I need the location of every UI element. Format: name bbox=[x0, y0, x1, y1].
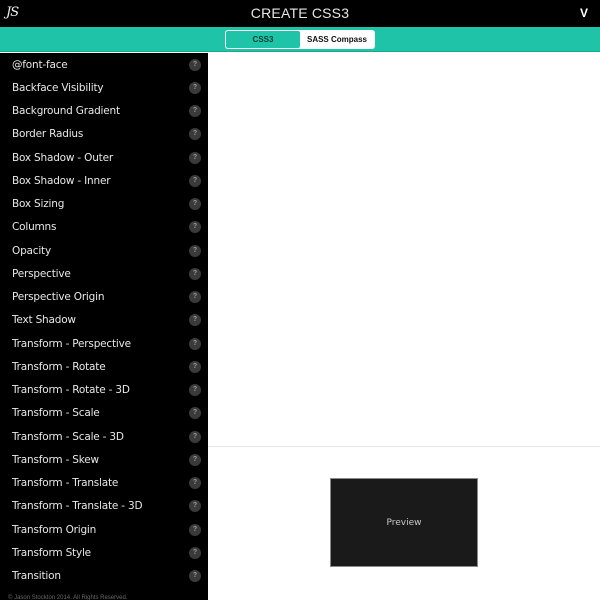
mode-switcher: CSS3 SASS Compass bbox=[225, 30, 375, 49]
sidebar-item-label: Transform - Scale bbox=[12, 407, 100, 420]
help-icon[interactable]: ? bbox=[189, 81, 201, 94]
help-icon[interactable]: ? bbox=[189, 221, 201, 234]
help-icon[interactable]: ? bbox=[189, 407, 201, 420]
tab-bar: CSS3 SASS Compass bbox=[0, 27, 600, 52]
sidebar-item-transform-scale-3d[interactable]: Transform - Scale - 3D? bbox=[0, 425, 208, 448]
help-icon[interactable]: ? bbox=[189, 198, 201, 211]
sidebar-item-box-shadow-inner[interactable]: Box Shadow - Inner? bbox=[0, 169, 208, 192]
sidebar-item-box-sizing[interactable]: Box Sizing? bbox=[0, 193, 208, 216]
sidebar-item-background-gradient[interactable]: Background Gradient? bbox=[0, 100, 208, 123]
sidebar-item-box-shadow-outer[interactable]: Box Shadow - Outer? bbox=[0, 146, 208, 169]
sidebar-item-transform-translate-3d[interactable]: Transform - Translate - 3D? bbox=[0, 495, 208, 518]
sidebar-item-text-shadow[interactable]: Text Shadow? bbox=[0, 309, 208, 332]
tab-css3[interactable]: CSS3 bbox=[226, 31, 300, 48]
sidebar-item-transform-perspective[interactable]: Transform - Perspective? bbox=[0, 332, 208, 355]
help-icon[interactable]: ? bbox=[189, 128, 201, 141]
help-icon[interactable]: ? bbox=[189, 291, 201, 304]
sidebar-item-label: Perspective bbox=[12, 267, 71, 280]
sidebar-item-label: Transform - Translate - 3D bbox=[12, 500, 143, 513]
help-icon[interactable]: ? bbox=[189, 267, 201, 280]
preview-panel: Preview bbox=[208, 448, 600, 600]
help-icon[interactable]: ? bbox=[189, 523, 201, 536]
sidebar-item-font-face[interactable]: @font-face? bbox=[0, 53, 208, 76]
help-icon[interactable]: ? bbox=[189, 314, 201, 327]
sidebar-item-label: Backface Visibility bbox=[12, 81, 104, 94]
sidebar-item-transform-scale[interactable]: Transform - Scale? bbox=[0, 402, 208, 425]
sidebar-item-label: Box Sizing bbox=[12, 198, 65, 211]
sidebar-list: @font-face? Backface Visibility? Backgroun… bbox=[0, 53, 208, 588]
help-icon[interactable]: ? bbox=[189, 151, 201, 164]
sidebar-item-perspective-origin[interactable]: Perspective Origin? bbox=[0, 286, 208, 309]
top-bar: JS CREATE CSS3 V bbox=[0, 0, 600, 27]
help-icon[interactable]: ? bbox=[189, 453, 201, 466]
help-icon[interactable]: ? bbox=[189, 58, 201, 71]
help-icon[interactable]: ? bbox=[189, 477, 201, 490]
sidebar-item-label: Border Radius bbox=[12, 128, 84, 141]
help-icon[interactable]: ? bbox=[189, 244, 201, 257]
sidebar-item-label: Transition bbox=[12, 570, 61, 583]
sidebar-item-perspective[interactable]: Perspective? bbox=[0, 262, 208, 285]
copyright-footer: © Jason Stockton 2014. All Rights Reserv… bbox=[8, 595, 128, 600]
sidebar-item-label: Transform - Rotate bbox=[12, 360, 106, 373]
help-icon[interactable]: ? bbox=[189, 384, 201, 397]
sidebar-item-label: Transform Style bbox=[12, 546, 91, 559]
sidebar-item-label: Columns bbox=[12, 221, 57, 234]
sidebar-item-label: Box Shadow - Outer bbox=[12, 151, 113, 164]
sidebar-item-label: @font-face bbox=[12, 58, 68, 71]
sidebar-item-label: Text Shadow bbox=[12, 314, 76, 327]
help-icon[interactable]: ? bbox=[189, 430, 201, 443]
tab-sass-compass[interactable]: SASS Compass bbox=[300, 31, 374, 48]
help-icon[interactable]: ? bbox=[189, 337, 201, 350]
sidebar-item-transition[interactable]: Transition? bbox=[0, 565, 208, 588]
help-icon[interactable]: ? bbox=[189, 500, 201, 513]
sidebar-item-label: Box Shadow - Inner bbox=[12, 174, 111, 187]
sidebar-item-transform-rotate[interactable]: Transform - Rotate? bbox=[0, 355, 208, 378]
sidebar-item-backface-visibility[interactable]: Backface Visibility? bbox=[0, 76, 208, 99]
sidebar-item-transform-rotate-3d[interactable]: Transform - Rotate - 3D? bbox=[0, 379, 208, 402]
sidebar-item-transform-translate[interactable]: Transform - Translate? bbox=[0, 472, 208, 495]
help-icon[interactable]: ? bbox=[189, 105, 201, 118]
sidebar: @font-face? Backface Visibility? Backgroun… bbox=[0, 53, 208, 600]
preview-box: Preview bbox=[330, 478, 478, 567]
sidebar-item-label: Transform Origin bbox=[12, 523, 97, 536]
preview-label: Preview bbox=[386, 517, 422, 528]
sidebar-item-border-radius[interactable]: Border Radius? bbox=[0, 123, 208, 146]
sidebar-item-label: Transform - Skew bbox=[12, 453, 99, 466]
help-icon[interactable]: ? bbox=[189, 546, 201, 559]
sidebar-item-label: Transform - Translate bbox=[12, 477, 119, 490]
code-output-panel[interactable] bbox=[208, 53, 600, 447]
sidebar-item-label: Transform - Scale - 3D bbox=[12, 430, 124, 443]
help-icon[interactable]: ? bbox=[189, 174, 201, 187]
sidebar-item-transform-skew[interactable]: Transform - Skew? bbox=[0, 448, 208, 471]
page-title: CREATE CSS3 bbox=[250, 5, 350, 21]
sidebar-item-label: Opacity bbox=[12, 244, 51, 257]
sidebar-item-opacity[interactable]: Opacity? bbox=[0, 239, 208, 262]
sidebar-item-label: Transform - Rotate - 3D bbox=[12, 384, 130, 397]
sidebar-item-label: Background Gradient bbox=[12, 105, 120, 118]
sidebar-item-label: Perspective Origin bbox=[12, 291, 105, 304]
sidebar-item-columns[interactable]: Columns? bbox=[0, 216, 208, 239]
sidebar-item-transform-origin[interactable]: Transform Origin? bbox=[0, 518, 208, 541]
help-icon[interactable]: ? bbox=[189, 570, 201, 583]
chevron-down-icon[interactable]: V bbox=[577, 5, 591, 21]
help-icon[interactable]: ? bbox=[189, 360, 201, 373]
sidebar-item-label: Transform - Perspective bbox=[12, 337, 131, 350]
sidebar-item-transform-style[interactable]: Transform Style? bbox=[0, 541, 208, 564]
